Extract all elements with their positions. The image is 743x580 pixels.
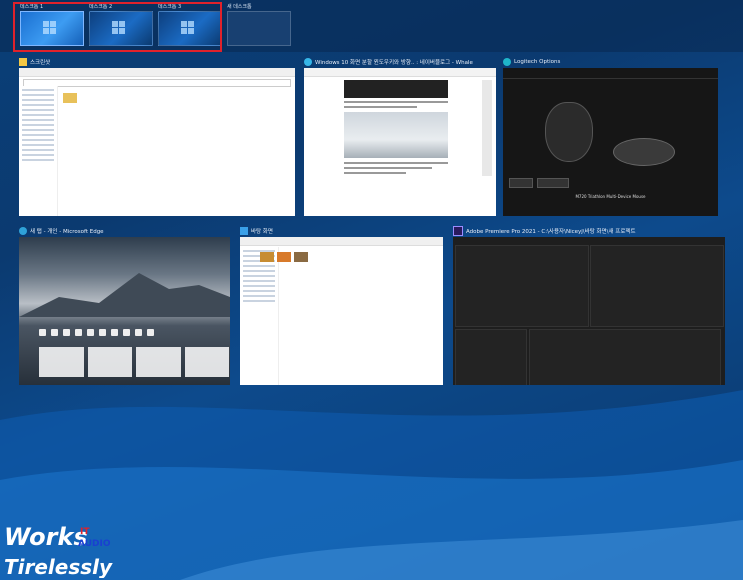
edge-icon [19,226,27,235]
mouse-image-side [613,138,675,166]
mouse-image-top [545,102,593,162]
window-edge[interactable]: 새 탭 - 개인 - Microsoft Edge [19,225,230,385]
explorer-address-bar[interactable] [23,79,291,87]
source-panel[interactable] [455,245,589,327]
explorer-title: 스크린샷 [30,59,51,66]
desktop-folder-ribbon [240,237,443,246]
logo-audio: AUDIO [78,539,111,549]
blog-image [344,112,448,158]
explorer-content [19,68,295,216]
desktop-folder-content [240,237,443,385]
explorer-file-list [63,90,80,109]
project-panel[interactable] [455,329,527,385]
premiere-title: Adobe Premiere Pro 2021 - C:\사용자\Niceyj\… [466,228,636,235]
edge-title-bar[interactable]: 새 탭 - 개인 - Microsoft Edge [19,225,230,236]
highlight-box [13,2,222,52]
logitech-button-1[interactable] [509,178,533,188]
new-desktop-thumbnail[interactable] [227,11,291,46]
blog-post [344,80,448,177]
window-premiere[interactable]: Adobe Premiere Pro 2021 - C:\사용자\Niceyj\… [453,225,725,385]
logitech-title-bar[interactable]: Logitech Options [503,56,718,67]
desktop-folder-title: 바탕 화면 [251,228,273,235]
logitech-button-2[interactable] [537,178,569,188]
timeline-panel[interactable] [529,329,721,385]
window-logitech-options[interactable]: Logitech Options M720 Triathlon Multi-De… [503,56,718,216]
news-feed[interactable] [39,347,229,377]
new-desktop-label: 새 데스크톱 [227,4,252,10]
explorer-sidebar [19,86,58,216]
works-tirelessly-logo: Works IT AUDIO Tirelessly [4,523,113,578]
premiere-content [453,237,725,385]
program-panel[interactable] [590,245,724,327]
logo-tirelessly: Tirelessly [4,555,113,578]
whale-title: Windows 10 화면 분할 윈도우키와 방향.. : 네이버블로그 - W… [315,59,473,66]
premiere-title-bar[interactable]: Adobe Premiere Pro 2021 - C:\사용자\Niceyj\… [453,225,725,236]
explorer-ribbon [19,68,295,77]
quick-links[interactable] [39,329,154,336]
logitech-icon [503,57,511,66]
desktop-folder-files [260,249,311,268]
mountain-background [19,273,230,317]
whale-title-bar[interactable]: Windows 10 화면 분할 윈도우키와 방향.. : 네이버블로그 - W… [304,56,496,67]
logitech-nav[interactable] [503,68,718,79]
mouse-product-name: M720 Triathlon Multi-Device Mouse [575,194,646,199]
whale-sidebar [482,80,492,176]
premiere-icon [453,225,463,236]
ad-banner [344,80,448,98]
new-desktop[interactable]: 새 데스크톱 [227,4,291,46]
whale-content [304,68,496,216]
window-whale[interactable]: Windows 10 화면 분할 윈도우키와 방향.. : 네이버블로그 - W… [304,56,496,216]
logitech-content: M720 Triathlon Multi-Device Mouse [503,68,718,216]
window-desktop-folder[interactable]: 바탕 화면 [240,225,443,385]
whale-browser-icon [304,57,312,66]
logitech-title: Logitech Options [514,58,561,65]
desktop-folder-title-bar[interactable]: 바탕 화면 [240,225,443,236]
whale-toolbar [304,68,496,77]
window-explorer[interactable]: 스크린샷 [19,56,295,216]
desktop-folder-icon [240,226,248,235]
explorer-title-bar[interactable]: 스크린샷 [19,56,295,67]
logo-works: Works [4,523,88,551]
edge-title: 새 탭 - 개인 - Microsoft Edge [30,228,104,235]
edge-content [19,237,230,385]
logo-it: IT [80,527,90,537]
folder-icon [19,57,27,66]
